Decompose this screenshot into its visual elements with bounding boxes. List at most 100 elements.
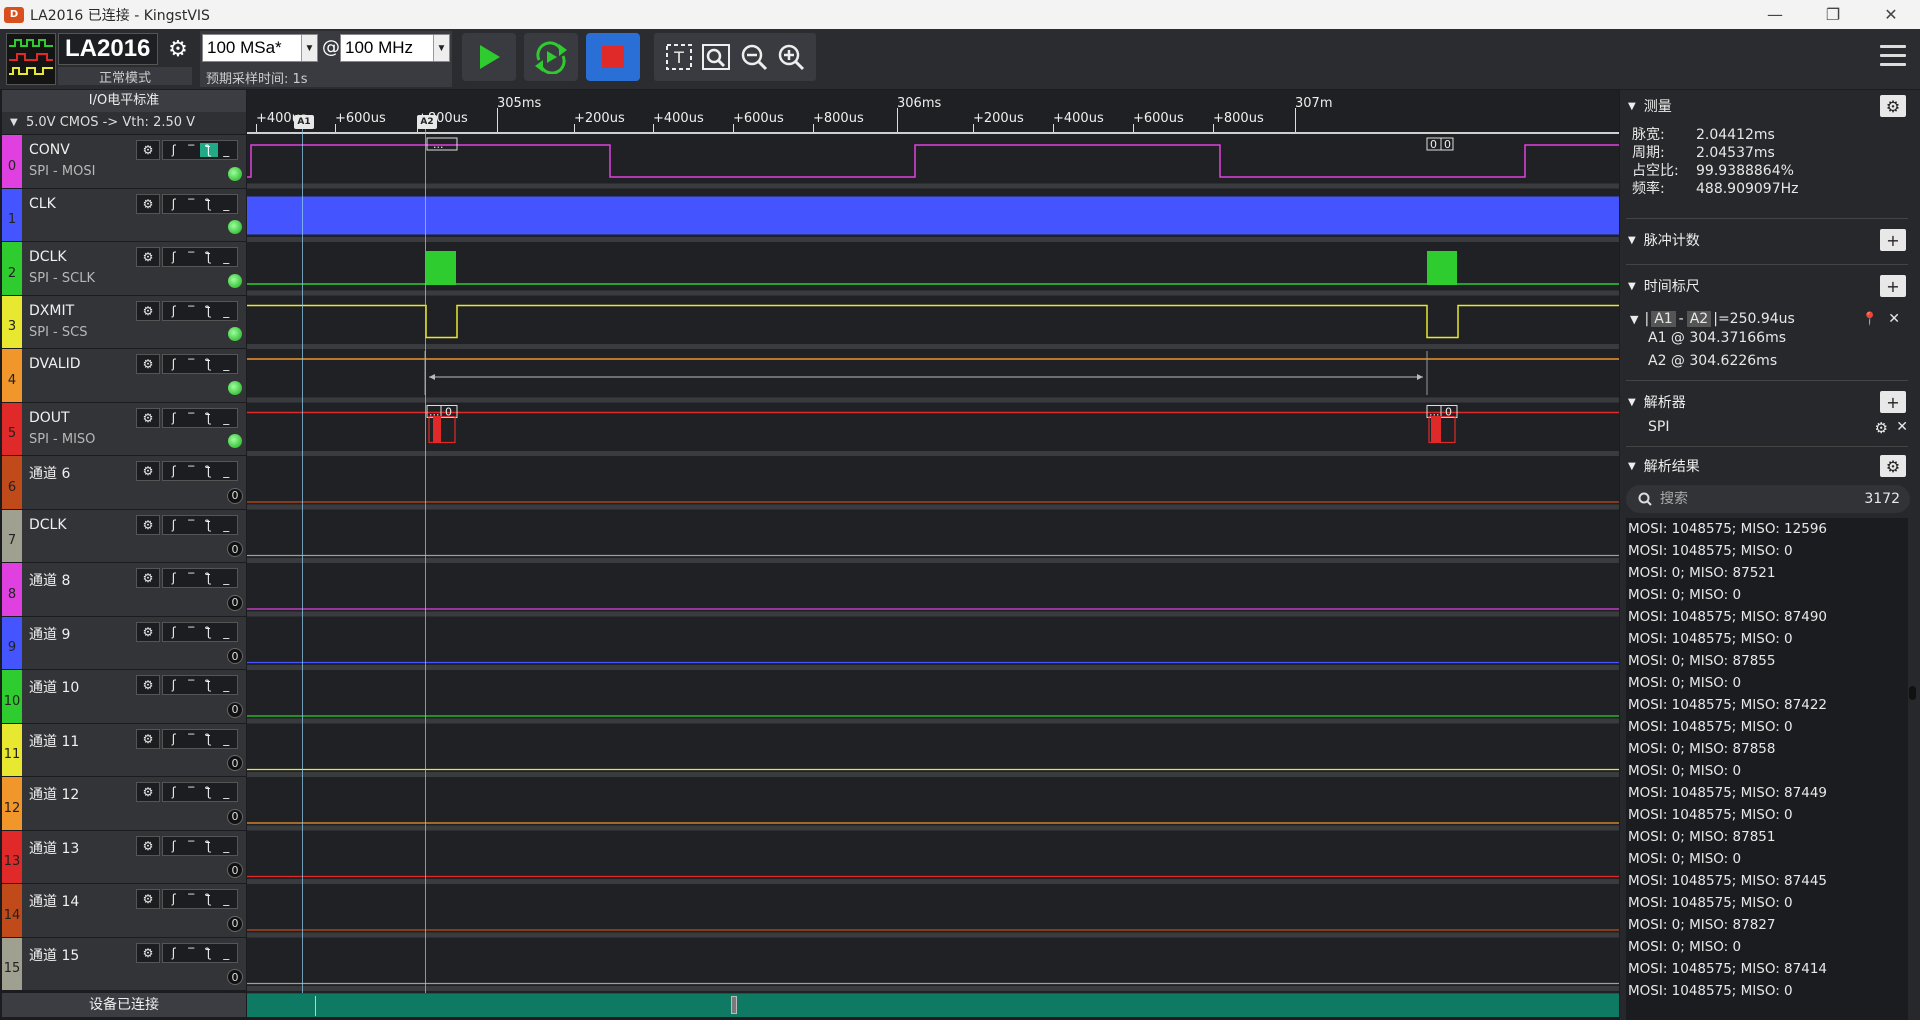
result-row[interactable]: MOSI: 1048575; MISO: 0 bbox=[1626, 540, 1908, 562]
falling-edge-trigger-icon[interactable]: ƪ bbox=[200, 464, 218, 478]
high-level-trigger-icon[interactable]: ‾ bbox=[183, 892, 201, 906]
analyzer-settings-gear-icon[interactable]: ⚙ bbox=[1875, 419, 1888, 437]
result-row[interactable]: MOSI: 1048575; MISO: 0 bbox=[1626, 716, 1908, 738]
channel-settings-gear-icon[interactable]: ⚙ bbox=[136, 354, 160, 374]
low-level-trigger-icon[interactable]: _ bbox=[218, 411, 236, 425]
result-row[interactable]: MOSI: 0; MISO: 87827 bbox=[1626, 914, 1908, 936]
channel-name[interactable]: 通道 14 bbox=[29, 891, 79, 911]
timeline-scroll-thumb[interactable] bbox=[731, 996, 737, 1014]
channel-settings-gear-icon[interactable]: ⚙ bbox=[136, 835, 160, 856]
channel-row[interactable]: 13 通道 13 ⚙ ʃ ‾ ƪ _ 0 bbox=[2, 830, 246, 884]
low-level-trigger-icon[interactable]: _ bbox=[218, 785, 236, 799]
falling-edge-trigger-icon[interactable]: ƪ bbox=[200, 946, 218, 960]
channel-name[interactable]: CLK bbox=[29, 196, 56, 212]
cursor-a2-flag[interactable]: A2 bbox=[417, 115, 437, 129]
rising-edge-trigger-icon[interactable]: ʃ bbox=[165, 892, 183, 906]
channel-row[interactable]: 7 DCLK ⚙ ʃ ‾ ƪ _ 0 bbox=[2, 509, 246, 563]
pulse-count-section-header[interactable]: ▼ 脉冲计数 + bbox=[1620, 226, 1910, 254]
low-level-trigger-icon[interactable]: _ bbox=[218, 464, 236, 478]
result-row[interactable]: MOSI: 1048575; MISO: 87445 bbox=[1626, 870, 1908, 892]
text-tool-icon[interactable]: T bbox=[662, 40, 696, 74]
channel-row[interactable]: 6 通道 6 ⚙ ʃ ‾ ƪ _ 0 bbox=[2, 456, 246, 510]
channel-name[interactable]: DCLK bbox=[29, 249, 67, 265]
low-level-trigger-icon[interactable]: _ bbox=[218, 892, 236, 906]
high-level-trigger-icon[interactable]: ‾ bbox=[183, 357, 201, 371]
channel-name[interactable]: 通道 10 bbox=[29, 677, 79, 697]
stop-button[interactable] bbox=[586, 33, 640, 81]
channel-settings-gear-icon[interactable]: ⚙ bbox=[136, 675, 160, 695]
low-level-trigger-icon[interactable]: _ bbox=[218, 143, 236, 157]
channel-name[interactable]: DCLK bbox=[29, 517, 67, 533]
high-level-trigger-icon[interactable]: ‾ bbox=[183, 518, 201, 532]
rising-edge-trigger-icon[interactable]: ʃ bbox=[165, 304, 183, 318]
channel-settings-gear-icon[interactable]: ⚙ bbox=[136, 247, 160, 267]
channel-name[interactable]: DXMIT bbox=[29, 303, 74, 319]
channel-name[interactable]: CONV bbox=[29, 142, 70, 158]
rising-edge-trigger-icon[interactable]: ʃ bbox=[165, 946, 183, 960]
result-row[interactable]: MOSI: 0; MISO: 87855 bbox=[1626, 650, 1908, 672]
result-row[interactable]: MOSI: 1048575; MISO: 0 bbox=[1626, 804, 1908, 826]
channel-name[interactable]: 通道 15 bbox=[29, 945, 79, 965]
rising-edge-trigger-icon[interactable]: ʃ bbox=[165, 518, 183, 532]
sample-depth-select[interactable]: 100 MSa* ▼ bbox=[202, 34, 318, 62]
channel-settings-gear-icon[interactable]: ⚙ bbox=[136, 407, 160, 428]
channel-row[interactable]: 14 通道 14 ⚙ ʃ ‾ ƪ _ 0 bbox=[2, 884, 246, 938]
device-settings-gear-icon[interactable]: ⚙ bbox=[164, 35, 192, 63]
channel-settings-gear-icon[interactable]: ⚙ bbox=[136, 140, 160, 160]
high-level-trigger-icon[interactable]: ‾ bbox=[183, 946, 201, 960]
high-level-trigger-icon[interactable]: ‾ bbox=[183, 464, 201, 478]
add-analyzer-icon[interactable]: + bbox=[1880, 391, 1906, 413]
result-row[interactable]: MOSI: 0; MISO: 0 bbox=[1626, 936, 1908, 958]
result-row[interactable]: MOSI: 1048575; MISO: 0 bbox=[1626, 892, 1908, 914]
falling-edge-trigger-icon[interactable]: ƪ bbox=[200, 732, 218, 746]
result-row[interactable]: MOSI: 0; MISO: 0 bbox=[1626, 760, 1908, 782]
rising-edge-trigger-icon[interactable]: ʃ bbox=[165, 571, 183, 585]
channel-row[interactable]: 4 DVALID ⚙ ʃ ‾ ƪ _ bbox=[2, 349, 246, 403]
minimize-icon[interactable]: — bbox=[1746, 0, 1804, 29]
rising-edge-trigger-icon[interactable]: ʃ bbox=[165, 197, 183, 211]
low-level-trigger-icon[interactable]: _ bbox=[218, 518, 236, 532]
falling-edge-trigger-icon[interactable]: ƪ bbox=[200, 197, 218, 211]
low-level-trigger-icon[interactable]: _ bbox=[218, 357, 236, 371]
rising-edge-trigger-icon[interactable]: ʃ bbox=[165, 839, 183, 853]
channel-row[interactable]: 0 CONV SPI - MOSI ⚙ ʃ ‾ ƪ _ bbox=[2, 135, 246, 189]
falling-edge-trigger-icon[interactable]: ƪ bbox=[200, 678, 218, 692]
low-level-trigger-icon[interactable]: _ bbox=[218, 304, 236, 318]
result-row[interactable]: MOSI: 0; MISO: 0 bbox=[1626, 584, 1908, 606]
pin-icon[interactable]: 📍 bbox=[1862, 312, 1878, 327]
channel-row[interactable]: 8 通道 8 ⚙ ʃ ‾ ƪ _ 0 bbox=[2, 563, 246, 617]
maximize-icon[interactable]: ❐ bbox=[1804, 0, 1862, 29]
result-row[interactable]: MOSI: 0; MISO: 87521 bbox=[1626, 562, 1908, 584]
channel-row[interactable]: 1 CLK ⚙ ʃ ‾ ƪ _ bbox=[2, 188, 246, 242]
time-ruler-section-header[interactable]: ▼ 时间标尺 + bbox=[1620, 272, 1910, 300]
result-row[interactable]: MOSI: 1048575; MISO: 87414 bbox=[1626, 958, 1908, 980]
results-settings-gear-icon[interactable]: ⚙ bbox=[1880, 455, 1906, 477]
rising-edge-trigger-icon[interactable]: ʃ bbox=[165, 143, 183, 157]
channel-row[interactable]: 5 DOUT SPI - MISO ⚙ ʃ ‾ ƪ _ bbox=[2, 402, 246, 456]
falling-edge-trigger-icon[interactable]: ƪ bbox=[200, 839, 218, 853]
channel-row[interactable]: 3 DXMIT SPI - SCS ⚙ ʃ ‾ ƪ _ bbox=[2, 295, 246, 349]
low-level-trigger-icon[interactable]: _ bbox=[218, 678, 236, 692]
rising-edge-trigger-icon[interactable]: ʃ bbox=[165, 678, 183, 692]
high-level-trigger-icon[interactable]: ‾ bbox=[183, 625, 201, 639]
channel-row[interactable]: 12 通道 12 ⚙ ʃ ‾ ƪ _ 0 bbox=[2, 777, 246, 831]
channel-settings-gear-icon[interactable]: ⚙ bbox=[136, 889, 160, 909]
channel-settings-gear-icon[interactable]: ⚙ bbox=[136, 193, 160, 214]
low-level-trigger-icon[interactable]: _ bbox=[218, 571, 236, 585]
measure-section-header[interactable]: ▼ 测量 ⚙ bbox=[1620, 92, 1910, 120]
result-row[interactable]: MOSI: 0; MISO: 87858 bbox=[1626, 738, 1908, 760]
high-level-trigger-icon[interactable]: ‾ bbox=[183, 304, 201, 318]
rising-edge-trigger-icon[interactable]: ʃ bbox=[165, 625, 183, 639]
high-level-trigger-icon[interactable]: ‾ bbox=[183, 785, 201, 799]
low-level-trigger-icon[interactable]: _ bbox=[218, 839, 236, 853]
add-pulse-count-icon[interactable]: + bbox=[1880, 229, 1906, 251]
rising-edge-trigger-icon[interactable]: ʃ bbox=[165, 250, 183, 264]
falling-edge-trigger-icon[interactable]: ƪ bbox=[200, 250, 218, 264]
result-row[interactable]: MOSI: 0; MISO: 87851 bbox=[1626, 826, 1908, 848]
channel-settings-gear-icon[interactable]: ⚙ bbox=[136, 514, 160, 535]
analyzer-section-header[interactable]: ▼ 解析器 + bbox=[1620, 388, 1910, 416]
cursor-a2-line[interactable] bbox=[425, 115, 426, 993]
remove-ruler-close-icon[interactable]: ✕ bbox=[1888, 311, 1900, 327]
sample-rate-select[interactable]: 100 MHz ▼ bbox=[340, 34, 450, 62]
falling-edge-trigger-icon[interactable]: ƪ bbox=[200, 571, 218, 585]
